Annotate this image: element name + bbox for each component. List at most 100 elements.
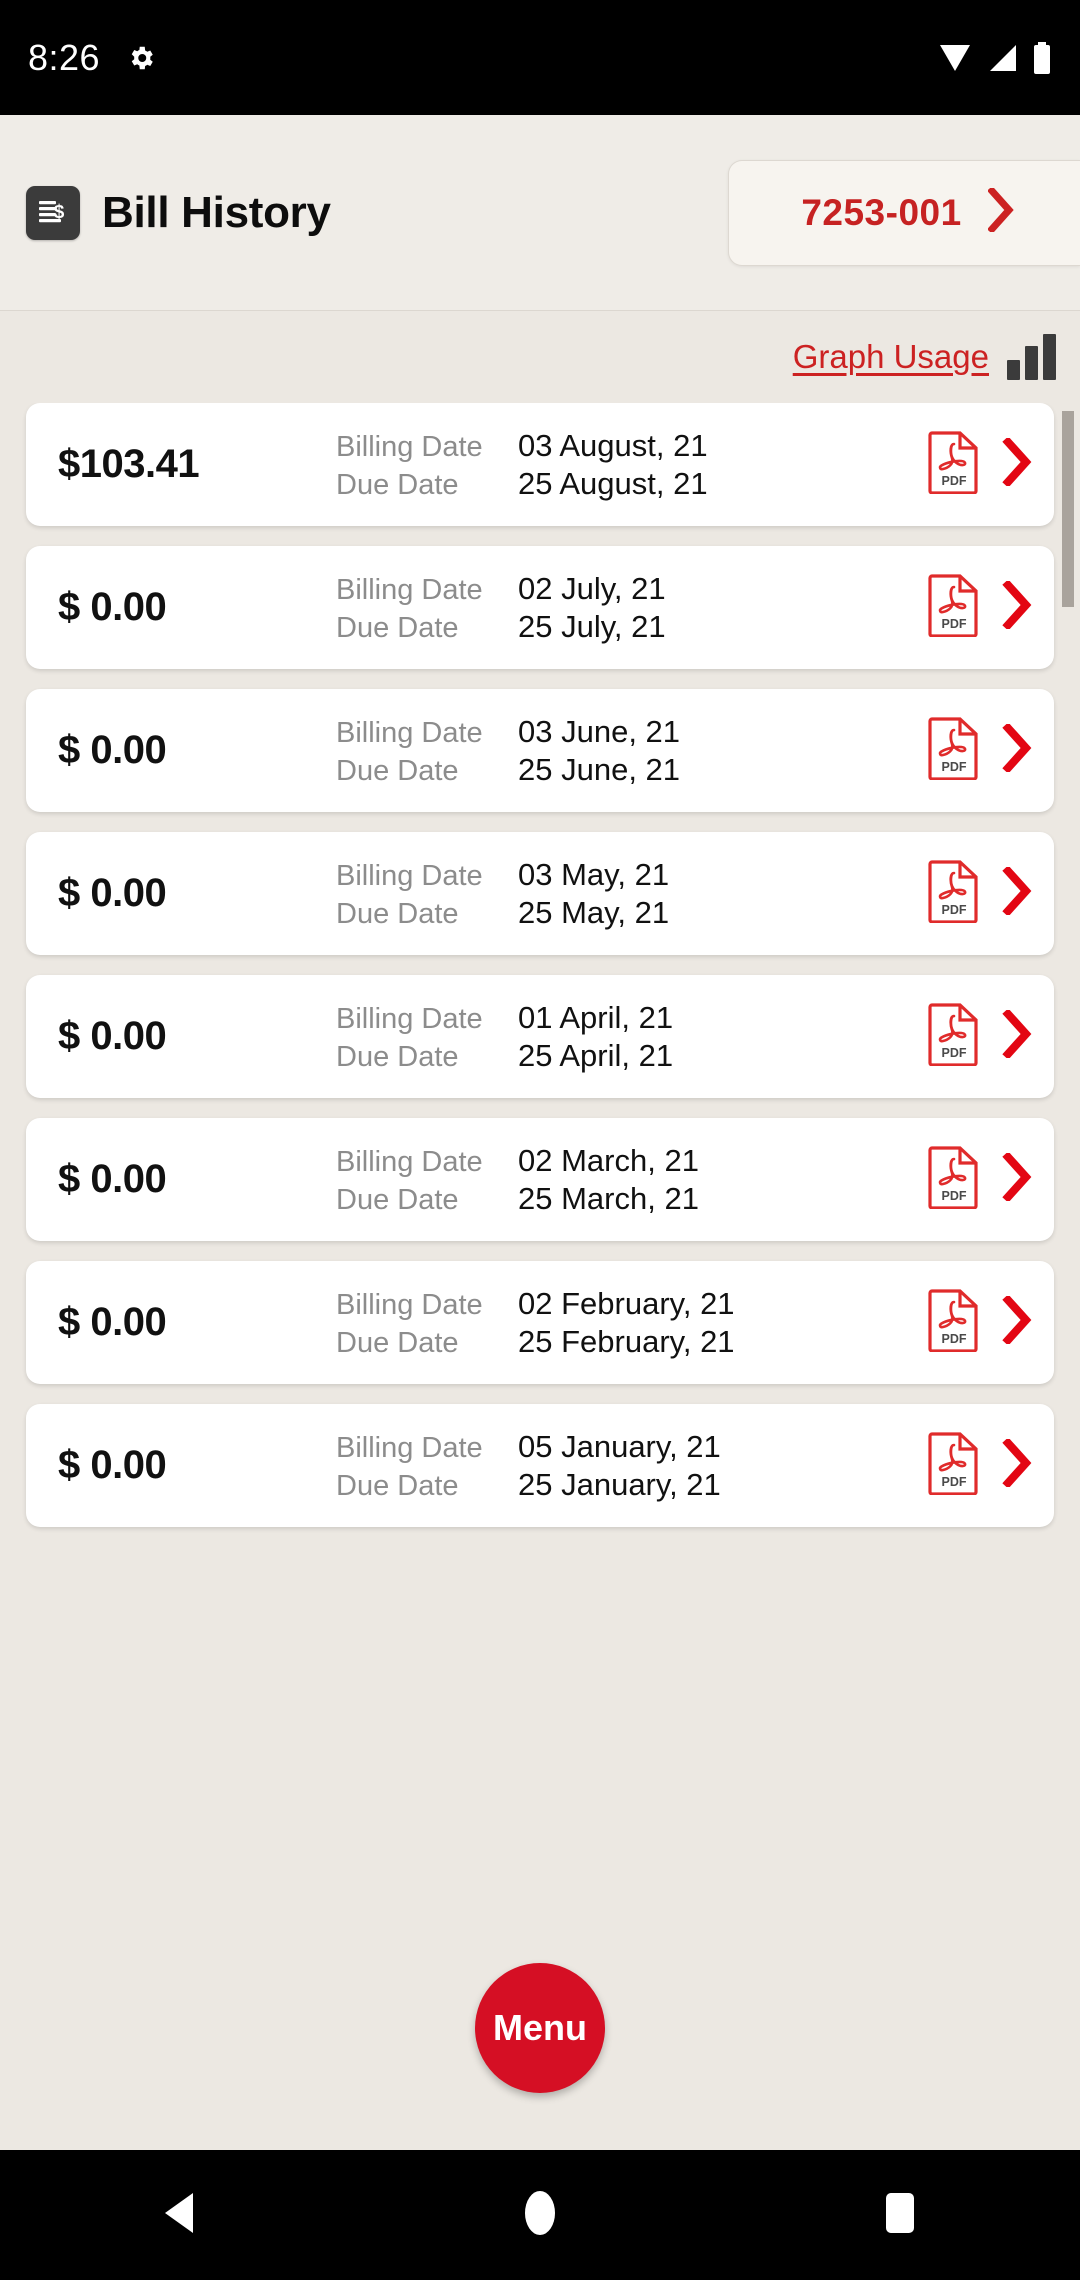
bill-dates: Billing Date 05 January, 21 Due Date 25 … — [336, 1429, 928, 1503]
svg-text:PDF: PDF — [942, 1189, 967, 1203]
bill-card[interactable]: $ 0.00 Billing Date 05 January, 21 Due D… — [26, 1404, 1054, 1527]
chevron-right-icon[interactable] — [1002, 1151, 1032, 1206]
chevron-right-icon[interactable] — [1002, 436, 1032, 491]
scrollbar-thumb[interactable] — [1062, 411, 1074, 607]
nav-recents-button[interactable] — [800, 2150, 1000, 2280]
account-selector-button[interactable]: 7253-001 — [728, 159, 1080, 266]
due-date-value: 25 January, 21 — [518, 1466, 721, 1502]
due-date-value: 25 April, 21 — [518, 1037, 674, 1073]
nav-home-button[interactable] — [440, 2150, 640, 2280]
billing-date-value: 03 August, 21 — [518, 427, 708, 463]
bill-card[interactable]: $ 0.00 Billing Date 02 March, 21 Due Dat… — [26, 1118, 1054, 1241]
pdf-file-icon[interactable]: PDF — [928, 1145, 980, 1214]
chevron-right-icon — [986, 186, 1014, 237]
status-time: 8:26 — [28, 36, 101, 78]
bill-amount: $103.41 — [58, 442, 200, 486]
bill-dates: Billing Date 02 February, 21 Due Date 25… — [336, 1286, 928, 1360]
billing-date-value: 02 March, 21 — [518, 1142, 699, 1178]
bill-dates: Billing Date 03 August, 21 Due Date 25 A… — [336, 428, 928, 502]
svg-text:PDF: PDF — [942, 760, 967, 774]
bill-amount: $ 0.00 — [58, 1300, 167, 1344]
status-bar: 8:26 — [0, 0, 1080, 115]
bar-chart-icon[interactable] — [1007, 334, 1056, 380]
android-nav-bar — [0, 2150, 1080, 2280]
pdf-file-icon[interactable]: PDF — [928, 573, 980, 642]
bill-card[interactable]: $ 0.00 Billing Date 03 June, 21 Due Date… — [26, 689, 1054, 812]
due-date-value: 25 March, 21 — [518, 1180, 699, 1216]
billing-date-label: Billing Date — [336, 859, 483, 892]
pdf-file-icon[interactable]: PDF — [928, 1288, 980, 1357]
due-date-label: Due Date — [336, 1040, 459, 1073]
chevron-right-icon[interactable] — [1002, 579, 1032, 634]
battery-icon — [1032, 41, 1052, 74]
bill-card[interactable]: $103.41 Billing Date 03 August, 21 Due D… — [26, 403, 1054, 526]
chevron-right-icon[interactable] — [1002, 722, 1032, 777]
billing-date-value: 03 May, 21 — [518, 856, 670, 892]
graph-usage-row[interactable]: Graph Usage — [0, 311, 1080, 403]
bill-card[interactable]: $ 0.00 Billing Date 02 February, 21 Due … — [26, 1261, 1054, 1384]
bill-card[interactable]: $ 0.00 Billing Date 01 April, 21 Due Dat… — [26, 975, 1054, 1098]
billing-date-value: 03 June, 21 — [518, 713, 681, 749]
pdf-file-icon[interactable]: PDF — [928, 1431, 980, 1500]
pdf-file-icon[interactable]: PDF — [928, 716, 980, 785]
bill-card[interactable]: $ 0.00 Billing Date 03 May, 21 Due Date … — [26, 832, 1054, 955]
due-date-label: Due Date — [336, 897, 459, 930]
app-header: $ Bill History 7253-001 — [0, 115, 1080, 311]
chevron-right-icon[interactable] — [1002, 1008, 1032, 1063]
due-date-value: 25 May, 21 — [518, 894, 670, 930]
pdf-file-icon[interactable]: PDF — [928, 430, 980, 499]
billing-date-label: Billing Date — [336, 1002, 483, 1035]
bill-amount: $ 0.00 — [58, 1014, 167, 1058]
menu-fab-button[interactable]: Menu — [475, 1963, 605, 2093]
pdf-file-icon[interactable]: PDF — [928, 1002, 980, 1071]
due-date-label: Due Date — [336, 754, 459, 787]
pdf-file-icon[interactable]: PDF — [928, 859, 980, 928]
bill-amount: $ 0.00 — [58, 1157, 167, 1201]
scrollbar-track[interactable] — [1062, 403, 1074, 1985]
bill-dates: Billing Date 03 May, 21 Due Date 25 May,… — [336, 857, 928, 931]
menu-fab-label: Menu — [493, 2007, 587, 2048]
due-date-line: Due Date 25 January, 21 — [336, 1467, 928, 1503]
billing-date-line: Billing Date 05 January, 21 — [336, 1429, 928, 1465]
page-title: Bill History — [102, 187, 331, 237]
bill-card[interactable]: $ 0.00 Billing Date 02 July, 21 Due Date… — [26, 546, 1054, 669]
status-left-icons — [126, 43, 156, 73]
svg-text:PDF: PDF — [942, 1332, 967, 1346]
bill-dates: Billing Date 02 March, 21 Due Date 25 Ma… — [336, 1143, 928, 1217]
billing-date-value: 05 January, 21 — [518, 1428, 721, 1464]
chevron-right-icon[interactable] — [1002, 1294, 1032, 1349]
nav-back-button[interactable] — [80, 2150, 280, 2280]
billing-date-label: Billing Date — [336, 430, 483, 463]
bill-dates: Billing Date 01 April, 21 Due Date 25 Ap… — [336, 1000, 928, 1074]
billing-date-label: Billing Date — [336, 1145, 483, 1178]
billing-date-value: 02 February, 21 — [518, 1285, 735, 1321]
due-date-line: Due Date 25 May, 21 — [336, 895, 928, 931]
due-date-value: 25 June, 21 — [518, 751, 681, 787]
billing-date-label: Billing Date — [336, 1431, 483, 1464]
due-date-line: Due Date 25 March, 21 — [336, 1181, 928, 1217]
billing-date-label: Billing Date — [336, 716, 483, 749]
bill-amount: $ 0.00 — [58, 585, 167, 629]
chevron-right-icon[interactable] — [1002, 865, 1032, 920]
svg-text:PDF: PDF — [942, 1475, 967, 1489]
bill-list: $103.41 Billing Date 03 August, 21 Due D… — [0, 403, 1080, 1527]
due-date-line: Due Date 25 August, 21 — [336, 466, 928, 502]
graph-usage-link[interactable]: Graph Usage — [793, 338, 989, 376]
billing-date-line: Billing Date 03 June, 21 — [336, 714, 928, 750]
status-right-icons — [938, 41, 1052, 74]
due-date-line: Due Date 25 July, 21 — [336, 609, 928, 645]
bill-list-scroll-area[interactable]: $103.41 Billing Date 03 August, 21 Due D… — [0, 403, 1080, 1985]
svg-text:PDF: PDF — [942, 474, 967, 488]
back-triangle-icon — [161, 2191, 199, 2240]
billing-date-label: Billing Date — [336, 573, 483, 606]
due-date-label: Due Date — [336, 1326, 459, 1359]
recents-square-icon — [880, 2191, 920, 2240]
due-date-label: Due Date — [336, 1469, 459, 1502]
chevron-right-icon[interactable] — [1002, 1437, 1032, 1492]
billing-date-label: Billing Date — [336, 1288, 483, 1321]
bill-amount: $ 0.00 — [58, 1443, 167, 1487]
svg-text:PDF: PDF — [942, 1046, 967, 1060]
billing-date-line: Billing Date 02 July, 21 — [336, 571, 928, 607]
billing-date-value: 01 April, 21 — [518, 999, 674, 1035]
wifi-icon — [938, 43, 972, 73]
